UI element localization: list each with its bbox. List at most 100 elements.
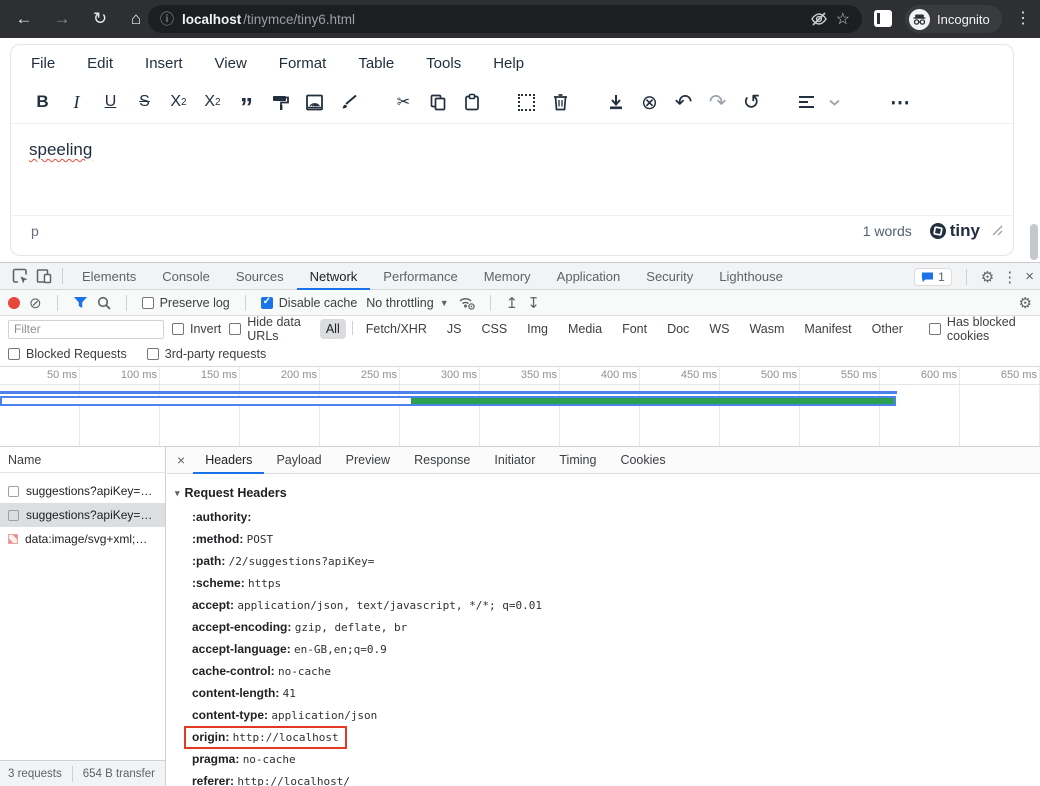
requests-column-header[interactable]: Name (0, 447, 165, 473)
select-all-icon[interactable] (513, 89, 540, 116)
throttling-select[interactable]: No throttling ▼ (366, 296, 448, 310)
filter-pill[interactable]: Img (521, 319, 554, 339)
request-headers-section[interactable]: ▾ Request Headers (175, 486, 1028, 500)
align-left-icon[interactable] (793, 89, 820, 116)
cut-icon[interactable]: ✂ (390, 89, 417, 116)
resize-handle[interactable] (992, 225, 1003, 236)
devtools-tab[interactable]: Network (297, 263, 371, 290)
page-scrollbar[interactable] (1030, 224, 1038, 260)
bold-button[interactable]: B (29, 89, 56, 116)
filter-pill[interactable]: All (320, 319, 346, 339)
insert-media-icon[interactable] (301, 89, 328, 116)
checkbox-unchecked[interactable] (229, 323, 241, 335)
editor-menu-item[interactable]: Help (493, 55, 524, 72)
import-har-icon[interactable]: ↥ (506, 294, 519, 312)
filter-pill[interactable]: CSS (475, 319, 513, 339)
filter-pill[interactable]: Wasm (743, 319, 790, 339)
paste-icon[interactable] (458, 89, 485, 116)
disable-cache-checkbox[interactable]: Disable cache (261, 296, 358, 310)
details-tab[interactable]: Headers (193, 447, 264, 474)
editor-menu-item[interactable]: Format (279, 55, 327, 72)
details-tab[interactable]: Response (402, 447, 482, 474)
cancel-icon[interactable]: ⊗ (636, 89, 663, 116)
element-path[interactable]: p (31, 223, 39, 239)
details-tab[interactable]: Preview (334, 447, 402, 474)
has-blocked-cookies-checkbox[interactable]: Has blocked cookies (929, 315, 1032, 343)
format-painter-icon[interactable] (267, 89, 294, 116)
devtools-close-icon[interactable]: × (1025, 268, 1034, 285)
export-icon[interactable] (602, 89, 629, 116)
superscript-button[interactable]: X2 (199, 89, 226, 116)
checkbox-unchecked[interactable] (147, 348, 159, 360)
clear-icon[interactable]: ⊘ (29, 294, 42, 312)
more-button[interactable]: ⋯ (887, 89, 914, 116)
reload-button[interactable]: ↻ (88, 7, 112, 31)
details-tab[interactable]: Timing (547, 447, 608, 474)
devtools-tab[interactable]: Console (149, 263, 223, 290)
editor-menu-item[interactable]: Tools (426, 55, 461, 72)
blockquote-button[interactable]: ” (233, 89, 260, 116)
headers-content[interactable]: ▾ Request Headers :authority: (167, 475, 1028, 786)
blocked-requests-checkbox[interactable]: Blocked Requests (8, 347, 127, 361)
devtools-settings-icon[interactable]: ⚙ (981, 268, 994, 286)
delete-icon[interactable] (547, 89, 574, 116)
address-bar[interactable]: ⓘ localhost /tinymce/tiny6.html ☆ (148, 5, 862, 33)
editor-menu-item[interactable]: Insert (145, 55, 183, 72)
issues-badge[interactable]: 1 (914, 268, 952, 286)
tiny-branding[interactable]: tiny (930, 221, 980, 241)
filter-pill[interactable]: Manifest (798, 319, 857, 339)
disclosure-triangle-icon[interactable]: ▾ (175, 488, 180, 499)
filter-input[interactable] (8, 320, 164, 339)
devtools-tab[interactable]: Memory (471, 263, 544, 290)
devtools-tab[interactable]: Security (633, 263, 706, 290)
inspect-element-icon[interactable] (8, 266, 32, 286)
filter-pill[interactable]: WS (703, 319, 735, 339)
redo-icon[interactable]: ↷ (704, 89, 731, 116)
hide-data-urls-checkbox[interactable]: Hide data URLs (229, 315, 312, 343)
editor-menu-item[interactable]: File (31, 55, 55, 72)
details-close-icon[interactable]: × (177, 452, 185, 468)
devtools-tab[interactable]: Lighthouse (706, 263, 796, 290)
word-count[interactable]: 1 words (863, 223, 912, 239)
copy-icon[interactable] (424, 89, 451, 116)
checkbox-checked[interactable] (261, 297, 273, 309)
italic-button[interactable]: I (63, 89, 90, 116)
details-tab[interactable]: Initiator (482, 447, 547, 474)
checkbox-unchecked[interactable] (142, 297, 154, 309)
devtools-tab[interactable]: Performance (370, 263, 470, 290)
details-tab[interactable]: Payload (264, 447, 333, 474)
browser-menu-icon[interactable]: ⋮ (1015, 8, 1032, 28)
filter-pill[interactable]: Fetch/XHR (360, 319, 433, 339)
back-button[interactable]: ← (12, 7, 36, 31)
checkbox-unchecked[interactable] (8, 348, 20, 360)
devtools-menu-icon[interactable]: ⋮ (1002, 268, 1017, 286)
chevron-down-icon[interactable] (827, 89, 841, 116)
undo-icon[interactable]: ↶ (670, 89, 697, 116)
filter-pill[interactable]: Other (866, 319, 909, 339)
request-row[interactable]: data:image/svg+xml;… (0, 527, 165, 551)
search-icon[interactable] (97, 296, 111, 310)
misspelled-word[interactable]: speeling (29, 140, 92, 159)
request-row[interactable]: suggestions?apiKey=… (0, 503, 165, 527)
invert-checkbox[interactable]: Invert (172, 322, 221, 336)
network-settings-icon[interactable]: ⚙ (1019, 294, 1032, 312)
strikethrough-button[interactable]: S (131, 89, 158, 116)
filter-pill[interactable]: Media (562, 319, 608, 339)
side-panel-icon[interactable] (874, 10, 892, 27)
export-har-icon[interactable]: ↧ (527, 294, 540, 312)
filter-funnel-icon[interactable] (73, 296, 88, 309)
editor-menu-item[interactable]: View (215, 55, 247, 72)
editor-menu-item[interactable]: Table (358, 55, 394, 72)
network-conditions-icon[interactable] (458, 296, 475, 310)
editor-content[interactable]: speeling (11, 123, 1013, 215)
details-tab[interactable]: Cookies (608, 447, 677, 474)
network-overview-timeline[interactable]: 50 ms 100 ms 150 ms 200 ms 250 ms 300 ms… (0, 367, 1040, 447)
checkbox-unchecked[interactable] (172, 323, 184, 335)
underline-button[interactable]: U (97, 89, 124, 116)
third-party-requests-checkbox[interactable]: 3rd-party requests (147, 347, 266, 361)
home-button[interactable]: ⌂ (124, 7, 148, 31)
bookmark-star-icon[interactable]: ☆ (836, 9, 850, 29)
highlight-brush-icon[interactable] (335, 89, 362, 116)
devtools-tab[interactable]: Application (544, 263, 634, 290)
filter-pill[interactable]: Doc (661, 319, 695, 339)
